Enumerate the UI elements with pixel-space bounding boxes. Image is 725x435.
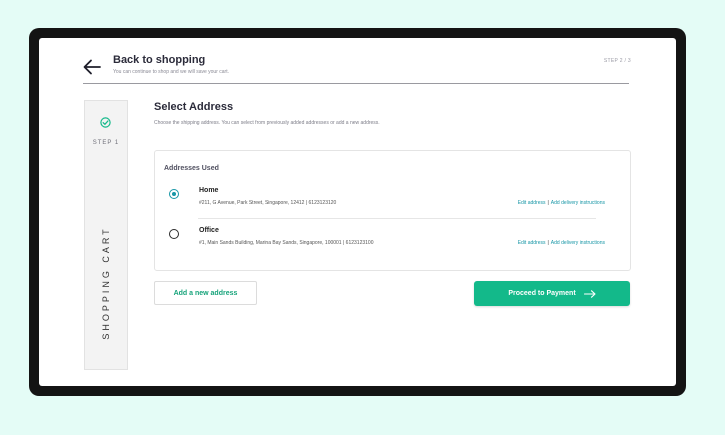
header-divider bbox=[83, 83, 629, 84]
back-to-shopping-link[interactable]: Back to shopping bbox=[113, 54, 205, 66]
back-subtitle: You can continue to shop and we will sav… bbox=[113, 69, 229, 75]
page-subtitle: Choose the shipping address. You can sel… bbox=[154, 120, 380, 126]
addresses-card: Addresses Used Home #211, G Avenue, Park… bbox=[154, 150, 631, 271]
add-delivery-instructions-link[interactable]: Add delivery instructions bbox=[551, 200, 605, 206]
address-row-office[interactable]: Office #1, Main Sands Building, Marina B… bbox=[155, 223, 630, 259]
step-sidebar: STEP 1 SHOPPING CART bbox=[84, 100, 128, 370]
arrow-right-icon bbox=[583, 289, 596, 298]
edit-address-link[interactable]: Edit address bbox=[518, 240, 546, 246]
radio-home[interactable] bbox=[169, 189, 179, 199]
arrow-left-icon[interactable] bbox=[83, 59, 101, 75]
action-separator: | bbox=[547, 240, 549, 246]
action-separator: | bbox=[547, 200, 549, 206]
address-details: #211, G Avenue, Park Street, Singapore, … bbox=[199, 200, 337, 206]
checkout-screen: Back to shopping You can continue to sho… bbox=[39, 38, 676, 386]
addresses-card-title: Addresses Used bbox=[164, 165, 219, 172]
edit-address-link[interactable]: Edit address bbox=[518, 200, 546, 206]
address-name: Home bbox=[199, 187, 219, 194]
add-delivery-instructions-link[interactable]: Add delivery instructions bbox=[551, 240, 605, 246]
address-details: #1, Main Sands Building, Marina Bay Sand… bbox=[199, 240, 374, 246]
address-row-home[interactable]: Home #211, G Avenue, Park Street, Singap… bbox=[155, 183, 630, 219]
shopping-cart-label: SHOPPING CART bbox=[101, 226, 111, 340]
proceed-to-payment-button[interactable]: Proceed to Payment bbox=[474, 281, 630, 306]
address-actions: Edit address | Add delivery instructions bbox=[518, 240, 605, 246]
proceed-label: Proceed to Payment bbox=[508, 290, 576, 297]
address-actions: Edit address | Add delivery instructions bbox=[518, 200, 605, 206]
add-new-address-button[interactable]: Add a new address bbox=[154, 281, 257, 305]
step-counter: STEP 2 / 3 bbox=[603, 58, 631, 64]
page-title: Select Address bbox=[154, 101, 234, 113]
radio-office[interactable] bbox=[169, 229, 179, 239]
device-frame: Back to shopping You can continue to sho… bbox=[29, 28, 686, 396]
check-circle-icon bbox=[100, 117, 111, 128]
address-divider bbox=[198, 218, 596, 219]
step-label: STEP 1 bbox=[92, 140, 120, 146]
address-name: Office bbox=[199, 227, 219, 234]
